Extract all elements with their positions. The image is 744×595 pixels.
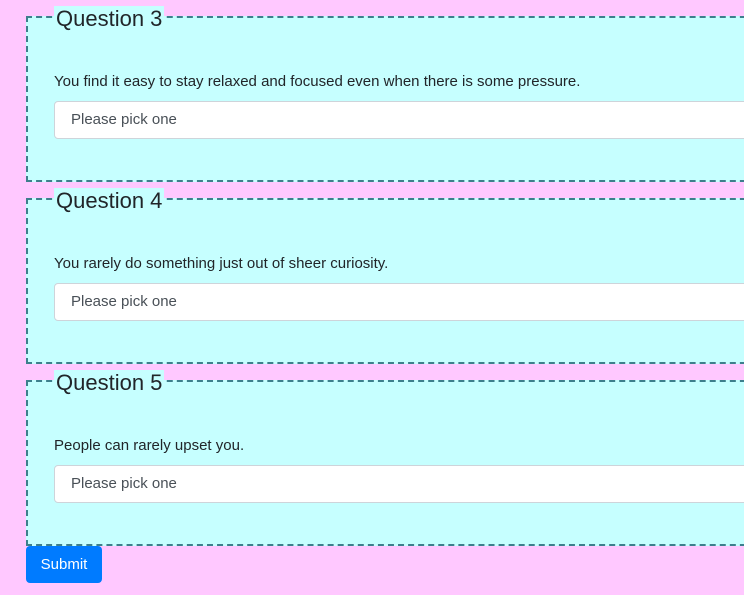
question-4-panel: Question 4 You rarely do something just … — [26, 188, 744, 364]
submit-button[interactable]: Submit — [26, 546, 102, 583]
question-3-text: You find it easy to stay relaxed and foc… — [54, 73, 581, 90]
question-5-panel: Question 5 People can rarely upset you. … — [26, 370, 744, 546]
question-3-title: Question 3 — [54, 6, 165, 32]
question-5-select[interactable]: Please pick one — [54, 465, 744, 503]
question-4-text: You rarely do something just out of shee… — [54, 255, 389, 272]
question-3-panel: Question 3 You find it easy to stay rela… — [26, 6, 744, 182]
question-4-title: Question 4 — [54, 188, 165, 214]
question-5-text: People can rarely upset you. — [54, 437, 245, 454]
question-4-select[interactable]: Please pick one — [54, 283, 744, 321]
question-5-title: Question 5 — [54, 370, 165, 396]
question-3-select[interactable]: Please pick one — [54, 101, 744, 139]
